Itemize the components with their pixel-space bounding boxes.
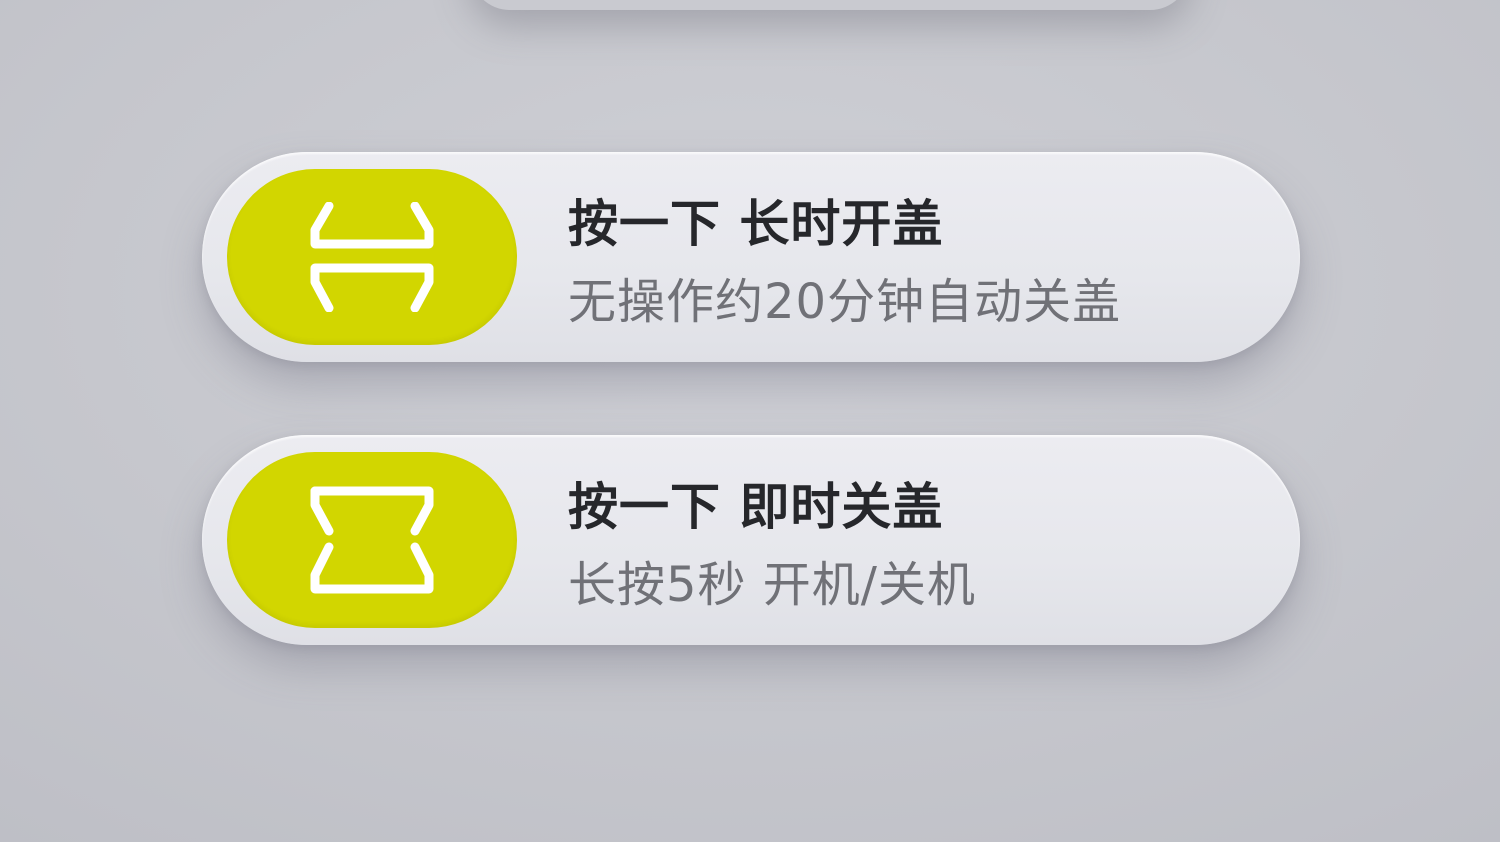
instruction-subtitle: 无操作约20分钟自动关盖 xyxy=(568,274,1122,330)
instruction-subtitle: 长按5秒 开机/关机 xyxy=(568,557,976,613)
instruction-title: 按一下 长时开盖 xyxy=(568,195,944,253)
lid-open-button[interactable] xyxy=(227,169,517,345)
lid-open-icon xyxy=(310,202,434,312)
top-panel-edge xyxy=(470,0,1190,10)
instruction-card-close-lid: 按一下 即时关盖 长按5秒 开机/关机 xyxy=(202,435,1300,645)
lid-close-icon xyxy=(310,486,434,594)
instruction-card-open-lid: 按一下 长时开盖 无操作约20分钟自动关盖 xyxy=(202,152,1300,362)
instruction-title: 按一下 即时关盖 xyxy=(568,478,944,536)
lid-close-button[interactable] xyxy=(227,452,517,628)
